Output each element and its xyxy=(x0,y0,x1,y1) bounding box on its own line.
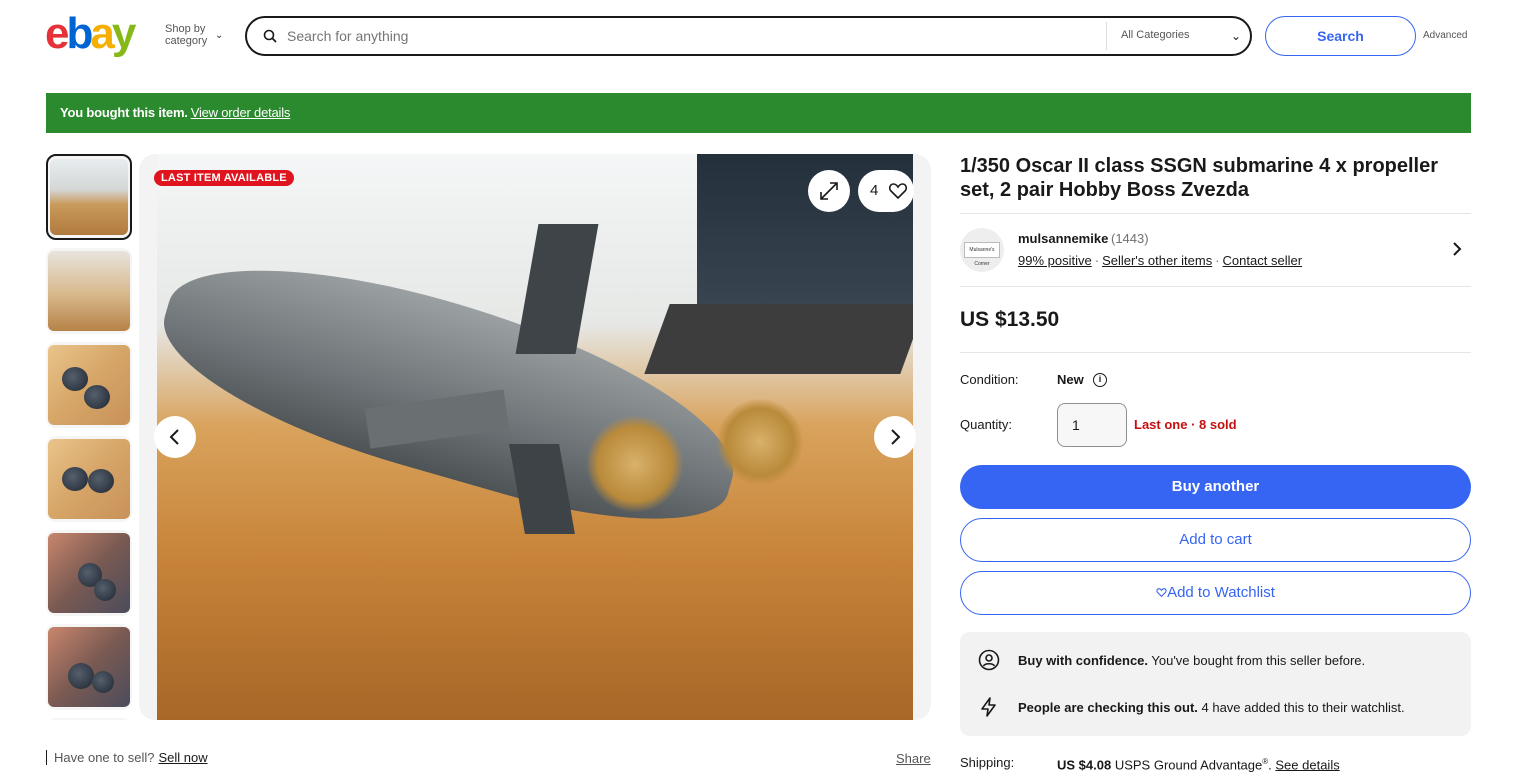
seller-other-items-link[interactable]: Seller's other items xyxy=(1102,253,1212,268)
thumbnail[interactable] xyxy=(46,154,132,240)
logo-letter: a xyxy=(90,9,115,58)
person-check-icon xyxy=(978,649,1000,671)
thumbnail[interactable] xyxy=(46,530,132,616)
search-icon xyxy=(263,29,277,43)
shop-by-line2: category xyxy=(165,35,208,47)
confidence-line: People are checking this out. 4 have add… xyxy=(1018,700,1405,715)
item-price: US $13.50 xyxy=(960,308,1060,331)
next-image-button[interactable] xyxy=(874,416,916,458)
shipping-label: Shipping: xyxy=(960,755,1015,770)
thumbnail[interactable] xyxy=(46,342,132,428)
chevron-right-icon xyxy=(891,429,901,445)
heart-icon xyxy=(1156,588,1167,598)
purchase-banner: You bought this item. View order details xyxy=(46,93,1471,133)
photo-submarine-sail xyxy=(515,224,599,354)
confidence-text: You've bought from this seller before. xyxy=(1148,653,1366,668)
photo-propeller xyxy=(717,399,803,485)
see-details-link[interactable]: See details xyxy=(1275,757,1339,772)
buy-another-button[interactable]: Buy another xyxy=(960,465,1471,509)
chevron-down-icon: ⌄ xyxy=(1230,29,1241,43)
photo-propeller xyxy=(587,416,683,512)
search-bar: All Categories ⌄ xyxy=(245,16,1252,56)
category-select-label: All Categories xyxy=(1121,29,1190,41)
chevron-down-icon[interactable]: ⌄ xyxy=(215,30,223,41)
confidence-bold: People are checking this out. xyxy=(1018,700,1198,715)
category-select[interactable]: All Categories ⌄ xyxy=(1106,22,1251,50)
contact-seller-link[interactable]: Contact seller xyxy=(1223,253,1302,268)
seller-name[interactable]: mulsannemike xyxy=(1018,231,1108,246)
shipping-price: US $4.08 xyxy=(1057,757,1112,773)
last-item-badge: LAST ITEM AVAILABLE xyxy=(154,170,294,186)
logo-letter: y xyxy=(111,9,137,58)
confidence-panel: Buy with confidence. You've bought from … xyxy=(960,632,1471,736)
confidence-line: Buy with confidence. You've bought from … xyxy=(1018,653,1365,668)
share-link[interactable]: Share xyxy=(896,751,931,766)
quantity-note: Last one · 8 sold xyxy=(1134,417,1237,432)
chevron-left-icon xyxy=(169,429,179,445)
advanced-search-link[interactable]: Advanced xyxy=(1423,30,1467,41)
thumbnail[interactable] xyxy=(46,718,132,720)
shipping-service: USPS Ground Advantage xyxy=(1111,757,1263,773)
thumbnail[interactable] xyxy=(46,248,132,334)
seller-avatar[interactable]: Mulsanne's Corner xyxy=(960,228,1004,272)
condition-label: Condition: xyxy=(960,372,1019,387)
logo-letter: b xyxy=(66,9,93,58)
seller-feedback-link[interactable]: 99% positive xyxy=(1018,253,1092,268)
add-to-watchlist-button[interactable]: Add to Watchlist xyxy=(960,571,1471,615)
thumbnail[interactable] xyxy=(46,624,132,710)
thumbnail-image xyxy=(48,533,130,613)
quantity-input[interactable] xyxy=(1057,403,1127,447)
divider xyxy=(960,352,1471,353)
logo-letter: e xyxy=(45,9,70,58)
seller-links: 99% positive · Seller's other items · Contac… xyxy=(1018,253,1302,268)
expand-icon xyxy=(820,182,838,200)
search-button[interactable]: Search xyxy=(1265,16,1416,56)
thumbnail-image xyxy=(48,627,130,707)
separator-dot: · xyxy=(1215,253,1220,268)
sell-bar: Have one to sell? Sell now xyxy=(46,750,208,765)
thumbnail-strip xyxy=(46,154,132,720)
info-icon[interactable]: i xyxy=(1093,373,1107,387)
search-input[interactable] xyxy=(287,24,1097,48)
header: ebay Shop by category ⌄ All Categories ⌄… xyxy=(0,0,1527,72)
main-image[interactable] xyxy=(139,154,931,720)
product-photo xyxy=(157,154,913,720)
divider xyxy=(960,286,1471,287)
previous-image-button[interactable] xyxy=(154,416,196,458)
thumbnail-image xyxy=(50,159,128,235)
thumbnail[interactable] xyxy=(46,436,132,522)
add-to-cart-button[interactable]: Add to cart xyxy=(960,518,1471,562)
confidence-bold: Buy with confidence. xyxy=(1018,653,1149,668)
item-title: 1/350 Oscar II class SSGN submarine 4 x … xyxy=(960,155,1439,201)
seller-feedback-count: (1443) xyxy=(1111,231,1149,246)
thumbnail-image xyxy=(48,439,130,519)
confidence-text: 4 have added this to their watchlist. xyxy=(1197,700,1405,715)
heart-icon xyxy=(888,183,908,200)
chevron-right-icon[interactable] xyxy=(1450,240,1464,263)
shop-by-line1: Shop by xyxy=(165,23,206,35)
quantity-label: Quantity: xyxy=(960,417,1013,432)
add-to-watchlist-label: Add to Watchlist xyxy=(1167,584,1275,601)
condition-value: New xyxy=(1057,372,1084,387)
separator-dot: · xyxy=(1094,253,1100,268)
watch-count: 4 xyxy=(870,182,879,199)
sell-prompt: Have one to sell? xyxy=(54,750,155,765)
divider xyxy=(960,213,1471,214)
lightning-icon xyxy=(981,697,996,717)
thumbnail-image xyxy=(48,251,130,331)
photo-submarine-hull xyxy=(157,227,758,554)
shop-by-category[interactable]: Shop by category xyxy=(165,23,207,47)
expand-button[interactable] xyxy=(808,170,850,212)
ebay-logo[interactable]: ebay xyxy=(45,9,137,58)
photo-laptop-base xyxy=(644,304,913,374)
banner-message: You bought this item. xyxy=(60,105,188,120)
watch-count-button[interactable]: 4 xyxy=(858,170,914,212)
seller-avatar-logo: Mulsanne's Corner xyxy=(964,242,1000,267)
thumbnail-image xyxy=(48,345,130,425)
sell-now-link[interactable]: Sell now xyxy=(158,750,207,765)
view-order-link[interactable]: View order details xyxy=(191,105,291,120)
shipping-value: US $4.08 USPS Ground Advantage®. See det… xyxy=(1057,757,1340,772)
